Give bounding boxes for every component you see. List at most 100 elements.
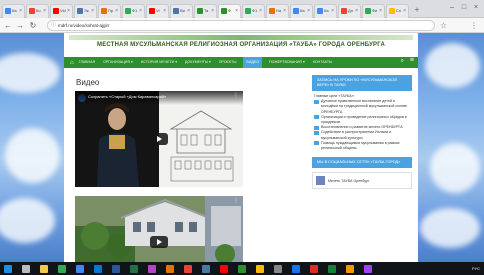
browser-tab[interactable]: Пр × xyxy=(98,4,121,18)
video-title[interactable]: Сохранить «Старый «Дом Каравансарай» xyxy=(75,91,243,105)
facebook-page-name[interactable]: Мечеть ТАУБА Оренбург xyxy=(328,179,369,183)
address-bar[interactable]: ⓘ mdrf.ru/video/sohrat-ajgirr xyxy=(47,20,435,31)
nav-item[interactable]: КОНТАКТЫ xyxy=(312,57,333,68)
taskbar-app3-icon[interactable] xyxy=(202,264,210,273)
browser-tab[interactable]: Ф1 × xyxy=(242,4,265,18)
taskbar-excel-icon[interactable] xyxy=(130,264,138,273)
browser-tab[interactable]: Vi × xyxy=(146,4,169,18)
browser-toolbar: ← → ↻ ⓘ mdrf.ru/video/sohrat-ajgirr ☆ ⋮ xyxy=(0,18,484,33)
taskbar-word-icon[interactable] xyxy=(112,264,120,273)
close-window-button[interactable]: × xyxy=(470,3,482,13)
lessons-signup-widget[interactable]: ЗАПИСЬ НА УРОКИ ПО «МУСУЛЬМАНСКОЙ ВЕРЕ» … xyxy=(312,75,412,91)
site-title[interactable]: МЕСТНАЯ МУСУЛЬМАНСКАЯ РЕЛИГИОЗНАЯ ОРГАНИ… xyxy=(64,42,418,48)
browser-tab[interactable]: Vid × xyxy=(50,4,73,18)
facebook-page-avatar[interactable] xyxy=(316,176,325,186)
nav-item[interactable]: ОРГАНИЗАЦИЯ ▾ xyxy=(102,57,134,68)
browser-tab[interactable]: Ф × xyxy=(218,4,241,18)
taskbar-app11-icon[interactable] xyxy=(346,264,354,273)
browser-tab[interactable]: Ф1 × xyxy=(122,4,145,18)
home-icon[interactable]: ⌂ xyxy=(70,60,74,66)
tab-close-icon[interactable]: × xyxy=(163,5,166,17)
header-ornament xyxy=(69,35,413,40)
checkbox-bullet-icon xyxy=(314,115,319,120)
reload-button[interactable]: ↻ xyxy=(28,20,38,31)
tab-close-icon[interactable]: × xyxy=(331,5,334,17)
browser-menu-icon[interactable]: ⋮ xyxy=(470,20,478,31)
play-button-icon[interactable] xyxy=(150,133,168,145)
browser-tab[interactable]: Ко × xyxy=(26,4,49,18)
tab-close-icon[interactable]: × xyxy=(283,5,286,17)
taskbar-start-icon[interactable] xyxy=(4,264,12,273)
facebook-page-box[interactable]: Мечеть ТАУБА Оренбург xyxy=(312,172,412,190)
browser-tab[interactable]: Ка × xyxy=(290,4,313,18)
taskbar-explorer-icon[interactable] xyxy=(40,264,48,273)
tab-close-icon[interactable]: × xyxy=(379,5,382,17)
nav-item[interactable]: ДОКУМЕНТЫ ▾ xyxy=(184,57,212,68)
nav-item[interactable]: ИСТОРИЯ МЕЧЕТИ ▾ xyxy=(140,57,178,68)
play-button-icon[interactable] xyxy=(150,236,168,248)
nav-item[interactable]: ПОЖЕРТВОВАНИЯ ▾ xyxy=(268,57,306,68)
tab-close-icon[interactable]: × xyxy=(187,5,190,17)
tab-close-icon[interactable]: × xyxy=(211,5,214,17)
video-player[interactable]: ⋮ xyxy=(75,196,243,262)
forward-button[interactable]: → xyxy=(15,20,25,31)
nav-item[interactable]: ВИДЕО xyxy=(243,57,263,68)
browser-tab[interactable]: Дл × xyxy=(338,4,361,18)
taskbar-app9-icon[interactable] xyxy=(310,264,318,273)
tab-close-icon[interactable]: × xyxy=(307,5,310,17)
tab-close-icon[interactable]: × xyxy=(403,5,406,17)
social-widget-header[interactable]: МЫ В СОЦИАЛЬНЫХ СЕТЯХ «ТАУБА ГОРОД» xyxy=(312,157,412,169)
tab-close-icon[interactable]: × xyxy=(19,5,22,17)
tab-close-icon[interactable]: × xyxy=(91,5,94,17)
tab-favicon-icon xyxy=(125,8,131,14)
tab-favicon-icon xyxy=(29,8,35,14)
tab-close-icon[interactable]: × xyxy=(115,5,118,17)
tab-close-icon[interactable]: × xyxy=(259,5,262,17)
taskbar-store-icon[interactable] xyxy=(76,264,84,273)
browser-tab[interactable]: Cn × xyxy=(386,4,409,18)
taskbar-app6-icon[interactable] xyxy=(256,264,264,273)
browser-tab[interactable]: На × xyxy=(266,4,289,18)
taskbar-app10-icon[interactable] xyxy=(328,264,336,273)
maximize-button[interactable]: □ xyxy=(458,3,470,13)
taskbar-tray-language[interactable]: РУС xyxy=(472,262,480,275)
tab-close-icon[interactable]: × xyxy=(139,5,142,17)
background-cloud xyxy=(420,208,480,248)
tab-close-icon[interactable]: × xyxy=(67,5,70,17)
background-cloud xyxy=(5,128,60,183)
tab-favicon-icon xyxy=(221,8,227,14)
browser-tab[interactable]: Ка × xyxy=(2,4,25,18)
browser-tab[interactable]: Ta × xyxy=(194,4,217,18)
browser-tab[interactable]: Ви × xyxy=(170,4,193,18)
taskbar-mail-icon[interactable] xyxy=(94,264,102,273)
browser-tab[interactable]: Фи × xyxy=(362,4,385,18)
taskbar-app2-icon[interactable] xyxy=(184,264,192,273)
bookmark-star-icon[interactable]: ☆ xyxy=(440,21,447,30)
taskbar-app4-icon[interactable] xyxy=(220,264,228,273)
browser-tab[interactable]: Ка × xyxy=(314,4,337,18)
nav-item[interactable]: ПРОЕКТЫ xyxy=(218,57,238,68)
site-info-icon[interactable]: ⓘ xyxy=(51,21,56,30)
browser-tab[interactable]: Эк × xyxy=(74,4,97,18)
taskbar-app8-icon[interactable] xyxy=(292,264,300,273)
video-more-icon[interactable]: ⋮ xyxy=(233,197,239,204)
nav-item[interactable]: ГЛАВНАЯ xyxy=(78,57,96,68)
taskbar-search-icon[interactable] xyxy=(22,264,30,273)
tab-favicon-icon xyxy=(197,8,203,14)
taskbar-app12-icon[interactable] xyxy=(364,264,372,273)
back-button[interactable]: ← xyxy=(3,20,13,31)
video-more-icon[interactable]: ⋮ xyxy=(233,92,239,99)
minimize-button[interactable]: – xyxy=(446,3,458,13)
search-icon[interactable]: ⌕ xyxy=(401,58,404,65)
taskbar-app5-icon[interactable] xyxy=(238,264,246,273)
video-player[interactable]: Сохранить «Старый «Дом Каравансарай» ⋮ xyxy=(75,91,243,187)
hamburger-menu-icon[interactable]: ≡ xyxy=(410,57,414,64)
new-tab-button[interactable]: + xyxy=(412,5,422,16)
taskbar-chrome-icon[interactable] xyxy=(58,264,66,273)
tab-close-icon[interactable]: × xyxy=(235,5,238,17)
taskbar-app7-icon[interactable] xyxy=(274,264,282,273)
tab-close-icon[interactable]: × xyxy=(43,5,46,17)
taskbar-photos-icon[interactable] xyxy=(148,264,156,273)
tab-close-icon[interactable]: × xyxy=(355,5,358,17)
taskbar-app1-icon[interactable] xyxy=(166,264,174,273)
